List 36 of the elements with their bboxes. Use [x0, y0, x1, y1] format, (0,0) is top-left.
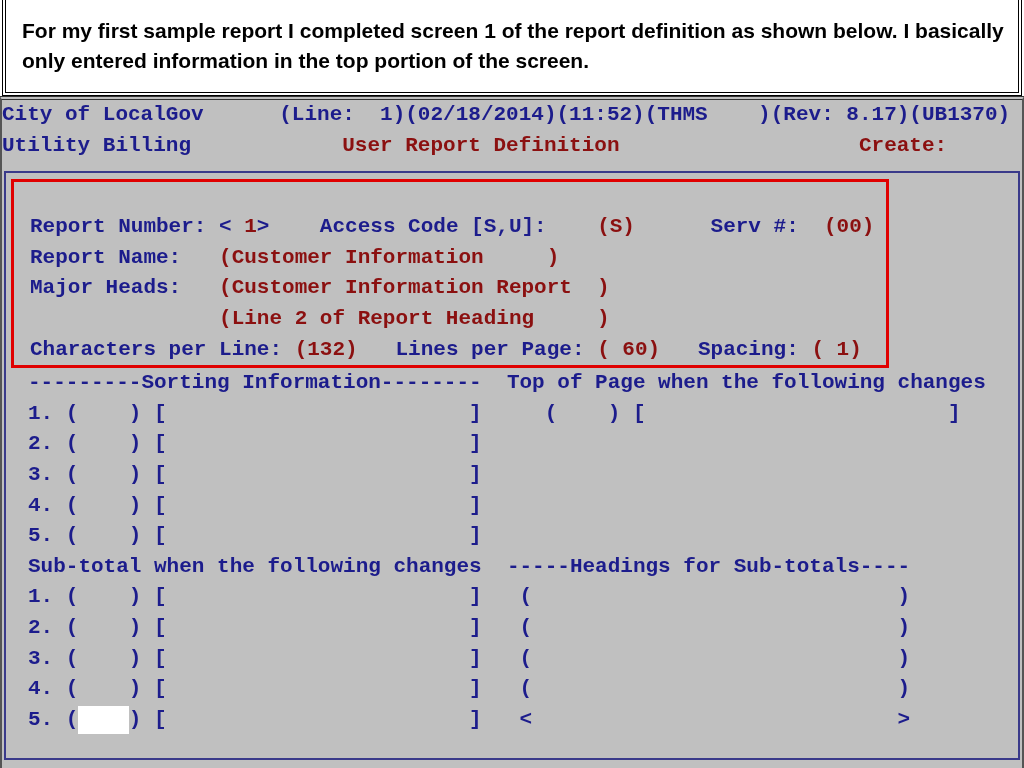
field-label: Report Number: < [30, 214, 232, 241]
field-label: 3. ( ) [ ] [28, 461, 482, 488]
field-value: (S) [597, 214, 635, 241]
field-label: Report Name: [30, 244, 183, 271]
field-label: 3. ( ) [ ] ( ) [28, 645, 911, 672]
field-label: City of LocalGov (Line: 1)(02/18/2014)(11:52)(THMS )(Rev: 8.17)(UB1370) [2, 102, 1011, 128]
field-value: ( 60) [597, 336, 661, 363]
field-label: Lines per Page: [394, 336, 586, 363]
field-value: (132) [294, 336, 358, 363]
field-label: Major Heads: [30, 275, 183, 302]
field-label: 2. ( ) [ ] [28, 431, 482, 458]
field-value: 1 [243, 214, 257, 241]
field-label: Utility Billing [2, 132, 192, 159]
field-label: Serv #: [709, 214, 800, 241]
screen-title: Create: [857, 132, 948, 159]
field-label: ---------Sorting Information-------- Top of Page when the following changes [28, 370, 986, 397]
field-label: 4. ( ) [ ] [28, 492, 482, 519]
field-label: 5. ( [28, 706, 79, 733]
field-label: Sub-total when the following changes -----Headings for Sub-totals---- [28, 553, 911, 580]
field-label: 2. ( ) [ ] ( ) [28, 614, 911, 641]
field-label: Spacing: [696, 336, 800, 363]
caption-text: For my first sample report I completed screen 1 of the report definition as shown below. I basically only entered information in the top portion of the screen. [22, 18, 1005, 74]
field-value: (Customer Information ) [219, 244, 560, 271]
field-label: ) [ ] < > [128, 706, 911, 733]
field-label: 1. ( ) [ ] ( ) [ ] [28, 400, 961, 427]
field-value: ( 1) [811, 336, 862, 363]
field-value: (Customer Information Report ) [219, 275, 610, 302]
screen-title: User Report Definition [341, 132, 620, 159]
field-label: Characters per Line: [30, 336, 284, 363]
field-value: (00) [823, 214, 875, 241]
field-label: 4. ( ) [ ] ( ) [28, 676, 911, 703]
field-value: (Line 2 of Report Heading ) [218, 305, 610, 332]
field-label: > Access Code [S,U]: [256, 214, 548, 241]
field-label: 1. ( ) [ ] ( ) [28, 584, 911, 611]
text-cursor [78, 706, 129, 734]
field-label: 5. ( ) [ ] [28, 523, 482, 550]
